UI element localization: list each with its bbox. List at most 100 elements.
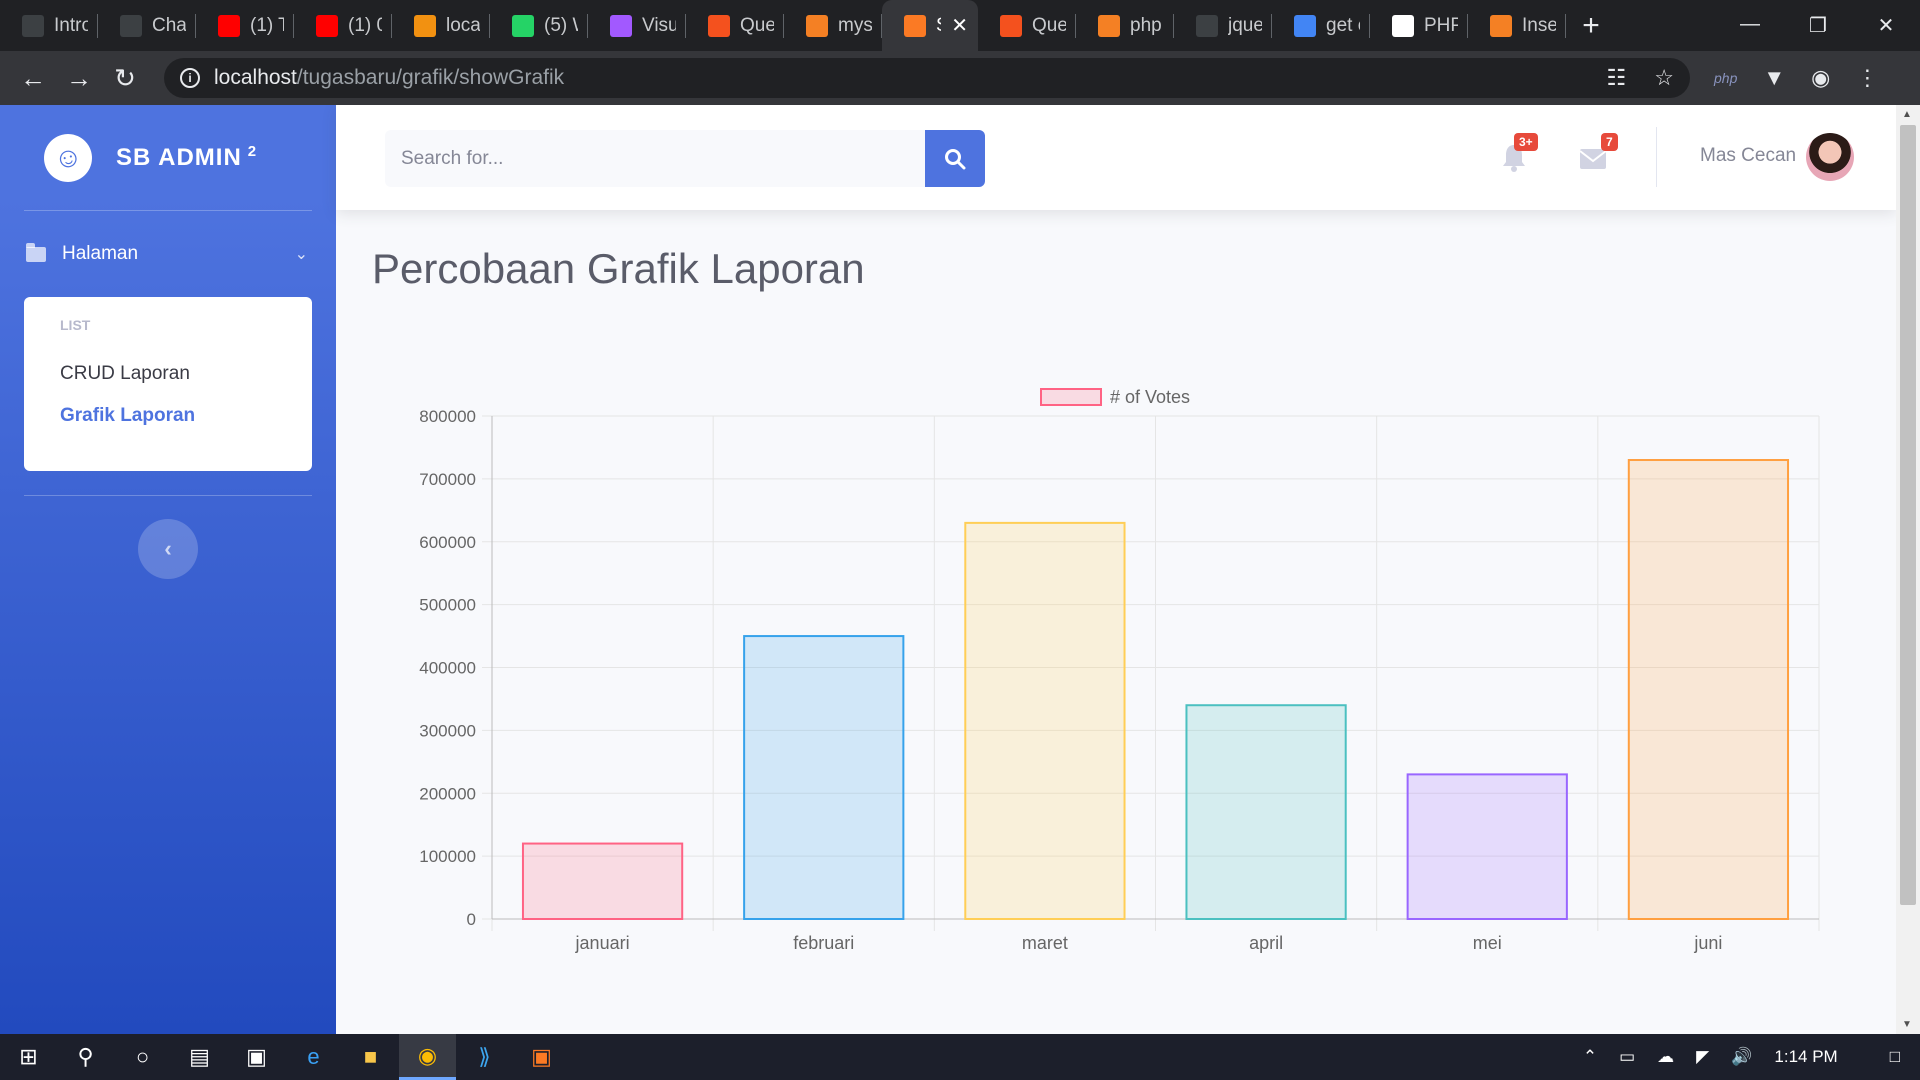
y-tick-label: 200000 bbox=[419, 784, 476, 803]
flame-icon bbox=[1000, 14, 1022, 37]
browser-tab[interactable]: S✕ bbox=[882, 0, 978, 51]
wifi-icon[interactable]: ◤ bbox=[1696, 1047, 1709, 1067]
url-path: /tugasbaru/grafik/showGrafik bbox=[296, 66, 565, 89]
restore-icon[interactable]: ❐ bbox=[1784, 13, 1852, 38]
php-extension-icon[interactable]: php bbox=[1714, 70, 1737, 86]
browser-tab[interactable]: jquer bbox=[1174, 0, 1272, 51]
search-icon bbox=[945, 148, 966, 169]
notification-icon[interactable]: □ bbox=[1890, 1047, 1900, 1067]
topbar-divider bbox=[1656, 127, 1657, 187]
minimize-icon[interactable]: — bbox=[1716, 13, 1784, 38]
y-tick-label: 300000 bbox=[419, 721, 476, 740]
browser-toolbar: ← → ↻ i localhost /tugasbaru/grafik/show… bbox=[0, 51, 1920, 105]
chevron-up-icon[interactable]: ⌃ bbox=[1583, 1047, 1597, 1067]
reload-icon[interactable]: ↻ bbox=[102, 63, 148, 94]
browser-tab[interactable]: php bbox=[1076, 0, 1174, 51]
browser-tab[interactable]: PHP bbox=[1370, 0, 1468, 51]
new-tab-button[interactable]: + bbox=[1566, 9, 1616, 43]
browser-tab[interactable]: (5) W bbox=[490, 0, 588, 51]
windows-start-icon[interactable]: ⊞ bbox=[0, 1034, 57, 1080]
stackoverflow-icon bbox=[806, 14, 828, 37]
y-tick-label: 700000 bbox=[419, 470, 476, 489]
browser-tab-label: local bbox=[446, 14, 480, 36]
task-view-icon[interactable]: ▤ bbox=[171, 1034, 228, 1080]
file-explorer-icon[interactable]: ■ bbox=[342, 1034, 399, 1080]
edge-icon[interactable]: e bbox=[285, 1034, 342, 1080]
flame-icon bbox=[708, 14, 730, 37]
sidebar-item-crud-laporan[interactable]: CRUD Laporan bbox=[24, 353, 312, 395]
xampp-icon bbox=[904, 14, 926, 37]
browser-tab[interactable]: (1) Tu bbox=[196, 0, 294, 51]
store-icon[interactable]: ▣ bbox=[228, 1034, 285, 1080]
browser-tab[interactable]: Inser bbox=[1468, 0, 1566, 51]
y-tick-label: 800000 bbox=[419, 407, 476, 426]
code-icon bbox=[120, 14, 142, 37]
book-icon bbox=[22, 14, 44, 37]
sidebar-item-halaman[interactable]: Halaman ⌄ bbox=[0, 211, 336, 297]
google-icon bbox=[1294, 14, 1316, 37]
sidebar-brand[interactable]: ☺ SB ADMIN 2 bbox=[0, 105, 336, 210]
chevron-down-icon: ⌄ bbox=[294, 246, 308, 263]
translate-icon[interactable]: ☷ bbox=[1607, 65, 1627, 91]
x-tick-label: maret bbox=[1022, 933, 1068, 953]
close-window-icon[interactable]: ✕ bbox=[1852, 13, 1920, 38]
user-name[interactable]: Mas Cecan bbox=[1700, 145, 1796, 167]
bookmark-star-icon[interactable]: ☆ bbox=[1654, 65, 1674, 91]
close-tab-icon[interactable]: ✕ bbox=[941, 13, 968, 38]
sidebar-item-grafik-laporan[interactable]: Grafik Laporan bbox=[24, 395, 312, 437]
browser-tab-label: (5) W bbox=[544, 14, 578, 36]
search-input[interactable] bbox=[385, 130, 925, 187]
y-tick-label: 400000 bbox=[419, 659, 476, 678]
onedrive-icon[interactable]: ☁ bbox=[1657, 1047, 1674, 1067]
web-page: ☺ SB ADMIN 2 Halaman ⌄ LIST CRUD Laporan … bbox=[0, 105, 1920, 1034]
battery-icon[interactable]: ▭ bbox=[1619, 1047, 1635, 1067]
vue-extension-icon[interactable]: ▼ bbox=[1763, 65, 1785, 91]
browser-tab[interactable]: get c bbox=[1272, 0, 1370, 51]
browser-tab[interactable]: local bbox=[392, 0, 490, 51]
scroll-down-icon[interactable]: ▼ bbox=[1902, 1019, 1912, 1030]
bar-mei bbox=[1406, 773, 1568, 921]
sidebar-item-label: Halaman bbox=[62, 243, 139, 264]
scroll-up-icon[interactable]: ▲ bbox=[1902, 109, 1912, 120]
windows-taskbar: ⊞ ⚲ ○ ▤ ▣ e ■ ◉ ⟫ ▣ ⌃ ▭ ☁ ◤ 🔊 1:14 PM □ bbox=[0, 1034, 1920, 1080]
bar-april bbox=[1185, 704, 1347, 920]
site-info-icon[interactable]: i bbox=[180, 68, 200, 88]
url-host: localhost bbox=[214, 66, 297, 89]
volume-icon[interactable]: 🔊 bbox=[1731, 1047, 1752, 1067]
search-button[interactable] bbox=[925, 130, 985, 187]
forward-icon[interactable]: → bbox=[56, 63, 102, 94]
page-scrollbar[interactable]: ▲ ▼ bbox=[1896, 105, 1920, 1034]
address-bar[interactable]: i localhost /tugasbaru/grafik/showGrafik… bbox=[164, 58, 1690, 98]
profile-icon[interactable]: ◉ bbox=[1811, 65, 1830, 91]
folder-icon bbox=[26, 242, 46, 262]
browser-tab[interactable]: Quer bbox=[978, 0, 1076, 51]
browser-tab[interactable]: Char bbox=[98, 0, 196, 51]
w3schools-icon bbox=[1392, 14, 1414, 37]
cortana-icon[interactable]: ○ bbox=[114, 1034, 171, 1080]
avatar[interactable] bbox=[1806, 133, 1854, 181]
scrollbar-thumb[interactable] bbox=[1900, 125, 1916, 905]
sidebar-toggle-button[interactable]: ‹ bbox=[138, 519, 198, 579]
search-icon[interactable]: ⚲ bbox=[57, 1034, 114, 1080]
browser-tab[interactable]: mysc bbox=[784, 0, 882, 51]
browser-tab-label: (1) 0 bbox=[348, 14, 382, 36]
page-title: Percobaan Grafik Laporan bbox=[372, 245, 865, 292]
alerts-badge: 3+ bbox=[1514, 133, 1538, 151]
stackoverflow-icon bbox=[1490, 14, 1512, 37]
visual-icon bbox=[610, 14, 632, 37]
browser-tab-label: Visua bbox=[642, 14, 676, 36]
clock-time[interactable]: 1:14 PM bbox=[1774, 1047, 1837, 1067]
browser-tab[interactable]: (1) 0 bbox=[294, 0, 392, 51]
browser-tab[interactable]: Quer bbox=[686, 0, 784, 51]
sidebar: ☺ SB ADMIN 2 Halaman ⌄ LIST CRUD Laporan … bbox=[0, 105, 336, 1034]
legend-swatch bbox=[1040, 388, 1102, 406]
browser-tab[interactable]: Intro bbox=[0, 0, 98, 51]
whatsapp-icon bbox=[512, 14, 534, 37]
back-icon[interactable]: ← bbox=[10, 63, 56, 94]
menu-icon[interactable]: ⋮ bbox=[1856, 65, 1878, 91]
vscode-icon[interactable]: ⟫ bbox=[456, 1034, 513, 1080]
browser-tab[interactable]: Visua bbox=[588, 0, 686, 51]
chrome-icon[interactable]: ◉ bbox=[399, 1034, 456, 1080]
x-tick-label: mei bbox=[1473, 933, 1502, 953]
xampp-icon[interactable]: ▣ bbox=[513, 1034, 570, 1080]
